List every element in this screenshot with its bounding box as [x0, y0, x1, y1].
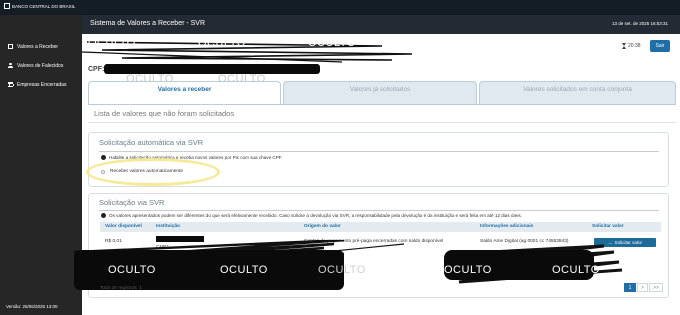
person-icon: [8, 63, 13, 68]
logout-button[interactable]: Sair: [650, 40, 670, 52]
svr-panel-info-text: Os valores apresentados podem ser difere…: [109, 213, 522, 218]
svr-panel-divider: [99, 210, 659, 211]
bcb-logo-icon: [4, 3, 10, 9]
session-timer: 20:38: [622, 43, 641, 49]
pagination-last[interactable]: >>: [649, 283, 663, 292]
column-header: Origem do valor: [304, 224, 341, 229]
auto-panel-title: Solicitação automática via SVR: [99, 138, 204, 147]
svr-panel-title: Solicitação via SVR: [99, 198, 165, 207]
cpf-label: CPF:: [88, 66, 105, 73]
table-header: Valor disponível Instituição Origem do v…: [100, 222, 661, 232]
tab-valores-a-receber[interactable]: Valores a receber: [88, 81, 281, 105]
sidebar-item-empresas-encerradas[interactable]: Empresas Encerradas: [0, 75, 82, 94]
column-header: Solicitar valor: [592, 224, 624, 229]
info-icon: [101, 213, 106, 218]
redaction-label: OCULTO: [444, 264, 492, 276]
auto-panel-divider: [99, 151, 659, 152]
hourglass-icon: [622, 43, 626, 49]
sidebar-item-label: Empresas Encerradas: [17, 81, 67, 88]
redaction-label: OCULTO: [552, 264, 600, 276]
building-icon: [8, 82, 14, 87]
sidebar-item-label: Valores a Receber: [17, 43, 59, 50]
svr-panel-info: Os valores apresentados podem ser difere…: [101, 213, 522, 218]
card-icon: [8, 44, 13, 49]
bcb-logo-text: BANCO CENTRAL DO BRASIL: [12, 3, 76, 9]
header-datetime: 13 de set. de 2025 16:53:31: [611, 21, 668, 26]
total-records: Total de registros: 1: [100, 286, 142, 291]
pagination-next[interactable]: >: [637, 283, 648, 292]
tab-valores-conta-conjunta[interactable]: Valores solicitados em conta conjunta: [479, 81, 676, 105]
redaction-label: OCULTO: [220, 264, 268, 276]
page-title: Sistema de Valores a Receber - SVR: [90, 20, 206, 27]
column-header: Valor disponível: [105, 224, 142, 229]
column-header: Informações adicionais: [480, 224, 534, 229]
redaction-label: OCULTO: [308, 37, 356, 49]
sidebar: Valores a Receber Valores de Falecidos E…: [0, 15, 82, 315]
sidebar-item-label: Valores de Falecidos: [17, 62, 64, 69]
info-icon: [101, 155, 106, 160]
list-title-divider: [88, 122, 676, 123]
bcb-logo: BANCO CENTRAL DO BRASIL: [4, 3, 75, 9]
top-bar: BANCO CENTRAL DO BRASIL: [0, 0, 680, 15]
sidebar-item-valores-a-receber[interactable]: Valores a Receber: [0, 37, 82, 56]
session-timer-value: 20:38: [628, 43, 641, 49]
list-title: Lista de valores que não foram solicitad…: [94, 109, 235, 118]
column-header: Instituição: [156, 224, 180, 229]
version-label: Versão: 25/06/2025 13:00: [6, 304, 58, 309]
redaction-label: OCULTO: [318, 264, 366, 276]
tabs-divider: [88, 104, 676, 105]
redaction-scribble-name: [82, 41, 413, 63]
redaction-label: OCULTO: [88, 37, 136, 49]
app-header: Sistema de Valores a Receber - SVR 13 de…: [82, 15, 680, 34]
sidebar-nav: Valores a Receber Valores de Falecidos E…: [0, 37, 82, 94]
redaction-label: OCULTO: [198, 37, 246, 49]
tab-valores-ja-solicitados[interactable]: Valores já solicitados: [283, 81, 477, 105]
highlight-marker: [86, 158, 220, 186]
pagination-page-1[interactable]: 1: [624, 283, 636, 292]
sidebar-item-valores-de-falecidos[interactable]: Valores de Falecidos: [0, 56, 82, 75]
redaction-label: OCULTO: [108, 264, 156, 276]
